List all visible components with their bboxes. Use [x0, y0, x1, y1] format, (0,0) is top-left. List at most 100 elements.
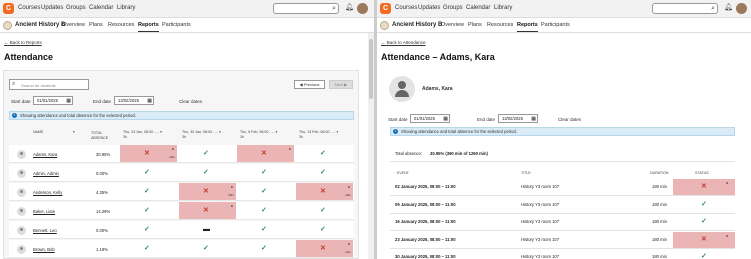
attendance-cell[interactable]: ✓ [179, 240, 236, 258]
top-navigation: C Courses Updates Groups Calendar Librar… [377, 0, 751, 18]
nav-library[interactable]: Library [494, 5, 512, 11]
back-to-attendance-link[interactable]: ← Back to Attendance [381, 40, 426, 45]
start-date-input[interactable]: 01/01/2025 ▦ [410, 114, 450, 123]
attendance-cell[interactable]: ✓ [120, 183, 177, 201]
event-title: History Y3 room 107 [521, 254, 560, 259]
attendance-cell[interactable]: ✕ ⧗ 13m [296, 240, 353, 258]
present-check-icon: ✓ [320, 226, 326, 233]
attendance-cell[interactable]: ✕ ⧗ 20m [179, 183, 236, 201]
session-duration: 3h [240, 134, 244, 139]
global-search-input[interactable]: ⌕ [273, 3, 339, 14]
tab-reports[interactable]: Reports [517, 22, 538, 32]
course-title[interactable]: Ancient History B [392, 22, 442, 28]
global-search-input[interactable]: ⌕ [652, 3, 718, 14]
attendance-cell[interactable]: ✓ [237, 202, 294, 220]
back-to-reports-link[interactable]: ← Back to Reports [4, 40, 42, 45]
attendance-cell[interactable]: ✓ [120, 164, 177, 182]
total-absence-value: 30.95% (390 min of 1260 min) [430, 151, 488, 156]
nav-courses[interactable]: Courses [395, 5, 417, 11]
session-header[interactable]: Thu, 6 Feb, 08:00 - ... ▾ 3h [240, 130, 292, 139]
calendar-icon: ▦ [147, 98, 152, 104]
student-avatar-icon [17, 188, 26, 197]
tab-resources[interactable]: Resources [108, 22, 134, 28]
scrollbar[interactable] [368, 33, 374, 259]
app-logo[interactable]: C [3, 3, 14, 14]
attendance-cell[interactable]: ✓ [296, 221, 353, 239]
session-header[interactable]: Thu, 30 Jan, 08:00 - ... ▾ 3h [182, 130, 234, 139]
nav-groups[interactable]: Groups [443, 5, 463, 11]
student-name-link[interactable]: Bennett, Leo [33, 228, 57, 233]
student-name-link[interactable]: Adams, Kara [33, 152, 57, 157]
previous-button[interactable]: ◀ Previous [294, 80, 325, 89]
nav-calendar[interactable]: Calendar [89, 5, 113, 11]
end-date-input[interactable]: 13/02/2025 ▦ [114, 96, 154, 105]
calendar-icon: ▦ [66, 98, 71, 104]
session-header[interactable]: Thu, 13 Feb, 08:00 - ... ▾ 3h [299, 130, 351, 139]
previous-label: Previous [303, 82, 320, 87]
tab-overview[interactable]: Overview [62, 22, 85, 28]
nav-groups[interactable]: Groups [66, 5, 86, 11]
app-logo[interactable]: C [380, 3, 391, 14]
attendance-cell[interactable]: ✓ [120, 202, 177, 220]
present-check-icon: ✓ [320, 169, 326, 176]
nav-updates[interactable]: Updates [418, 5, 440, 11]
attendance-cell[interactable]: ✓ [120, 221, 177, 239]
col-name-header[interactable]: NAME [33, 130, 43, 135]
student-name-link[interactable]: Brown, Bob [33, 247, 55, 252]
tab-participants[interactable]: Participants [541, 22, 570, 28]
student-search-input[interactable]: ⌕ Search for students [9, 79, 89, 90]
tab-resources[interactable]: Resources [487, 22, 513, 28]
clear-dates-button[interactable]: Clear dates [179, 99, 202, 104]
attendance-cell[interactable]: ✓ [237, 183, 294, 201]
tab-overview[interactable]: Overview [441, 22, 464, 28]
attendance-cell[interactable]: ✕ ⧗ 40m [296, 183, 353, 201]
attendance-cell[interactable]: ✓ [120, 240, 177, 258]
notifications-bell-icon[interactable]: 🔔︎ [345, 3, 354, 11]
attendance-cell[interactable]: ✓ [296, 164, 353, 182]
attendance-cell[interactable]: ✕ ⧗ 20m [120, 145, 177, 163]
tab-plans[interactable]: Plans [89, 22, 103, 28]
end-date-input[interactable]: 13/02/2025 ▦ [498, 114, 538, 123]
student-avatar-icon [17, 207, 26, 216]
start-date-label: Start date [388, 117, 408, 122]
attendance-cell[interactable]: ✓ [179, 145, 236, 163]
user-avatar[interactable] [357, 3, 368, 14]
clear-dates-button[interactable]: Clear dates [558, 117, 581, 122]
end-date-value: 13/02/2025 [502, 116, 523, 121]
attendance-cell[interactable]: ✓ [296, 202, 353, 220]
attendance-cell[interactable]: ✓ [237, 164, 294, 182]
table-row: 09 January 2025, 08:00 – 11:00 History Y… [390, 197, 735, 214]
attendance-cell[interactable]: ✕ ⧗ [237, 145, 294, 163]
calendar-icon: ▦ [531, 116, 536, 122]
present-check-icon: ✓ [261, 207, 267, 214]
notifications-bell-icon[interactable]: 🔔︎ [724, 3, 733, 11]
start-date-value: 01/01/2025 [414, 116, 435, 121]
start-date-input[interactable]: 01/01/2025 ▦ [33, 96, 73, 105]
student-name-link[interactable]: Baker, Liam [33, 209, 55, 214]
attendance-cell[interactable]: ✓ [237, 240, 294, 258]
nav-library[interactable]: Library [117, 5, 135, 11]
attendance-cell[interactable]: ✓ [296, 145, 353, 163]
next-button[interactable]: Next ▶ [329, 80, 353, 89]
session-header[interactable]: Thu, 23 Jan, 08:00 - ... ▾ 3h [123, 130, 175, 139]
attendance-cell[interactable]: ✓ [179, 164, 236, 182]
tab-reports[interactable]: Reports [138, 22, 159, 32]
nav-calendar[interactable]: Calendar [466, 5, 490, 11]
tab-plans[interactable]: Plans [468, 22, 482, 28]
course-title[interactable]: Ancient History B [15, 22, 65, 28]
student-name-link[interactable]: Admin, Admin [33, 171, 59, 176]
tab-participants[interactable]: Participants [162, 22, 191, 28]
attendance-cell[interactable]: ✕ ⧗ [179, 202, 236, 220]
student-name-link[interactable]: Anderson, Kelly [33, 190, 62, 195]
start-date-label: Start date [11, 99, 31, 104]
attendance-cell[interactable]: ✓ [237, 221, 294, 239]
nav-courses[interactable]: Courses [18, 5, 40, 11]
clock-icon: ⧗ [726, 233, 729, 238]
nav-updates[interactable]: Updates [41, 5, 63, 11]
scrollbar-thumb[interactable] [369, 39, 373, 99]
attendance-cell[interactable]: ▬ [179, 221, 236, 239]
user-avatar[interactable] [736, 3, 747, 14]
session-duration: 3h [299, 134, 303, 139]
sort-icon[interactable]: ▾ [73, 130, 75, 135]
event-duration: 180 min [652, 184, 667, 189]
